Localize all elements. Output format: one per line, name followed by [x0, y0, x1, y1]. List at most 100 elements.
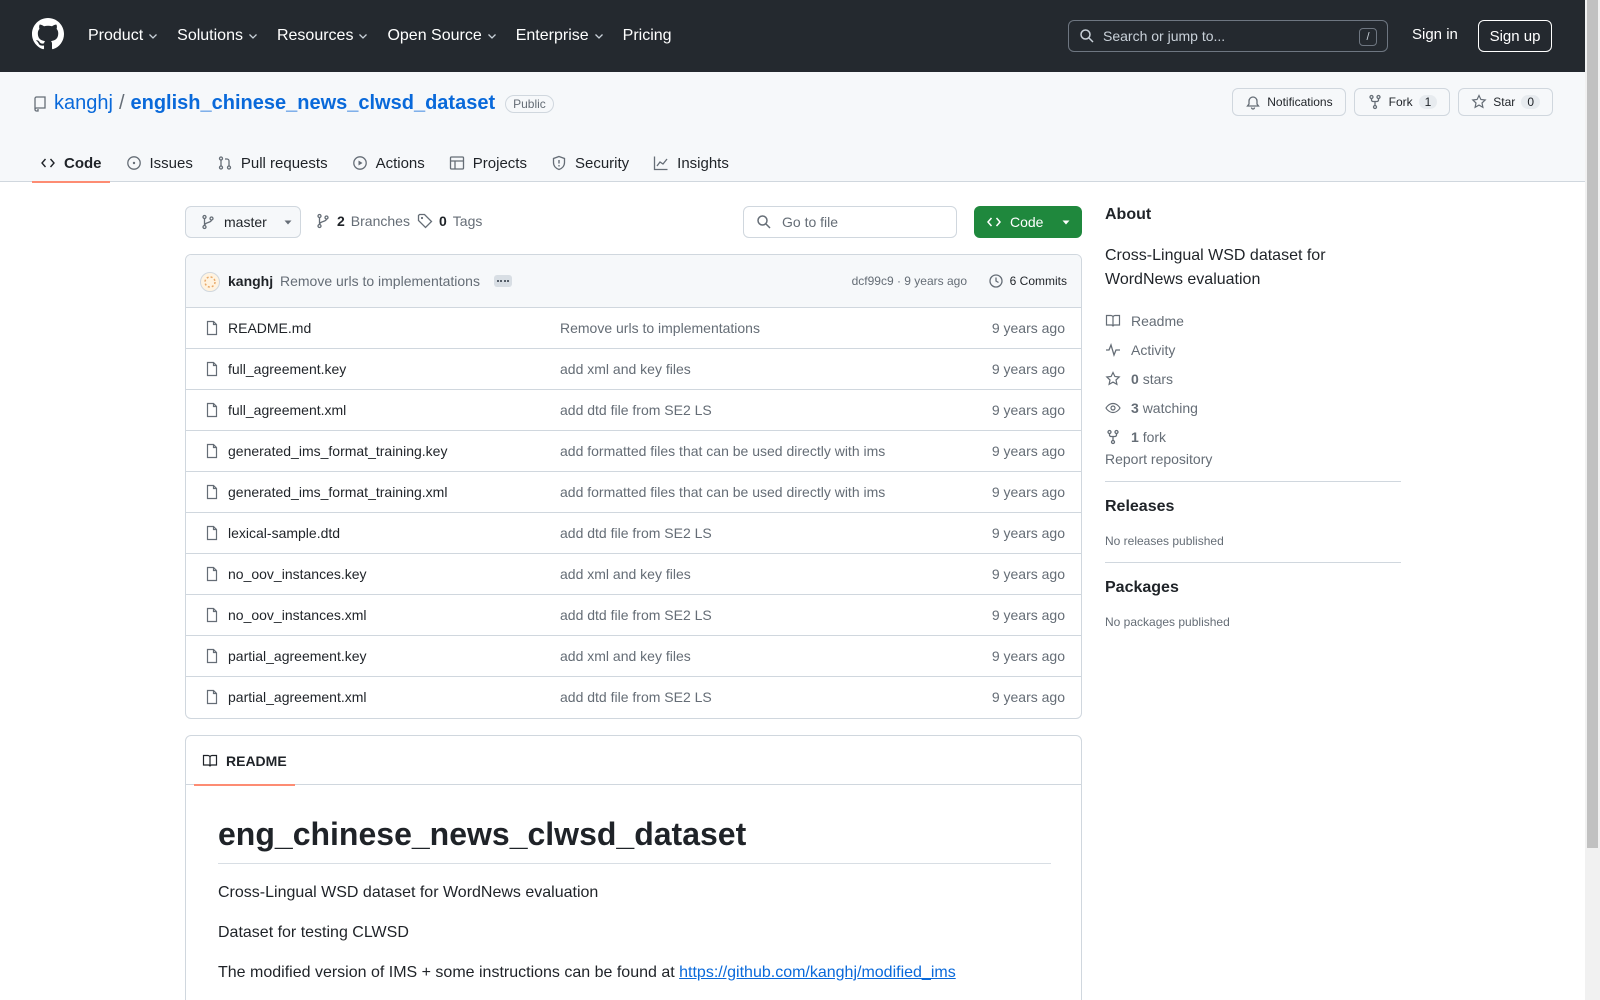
readme-tab[interactable]: README	[194, 736, 295, 786]
commit-hash-age[interactable]: dcf99c9 · 9 years ago	[852, 274, 967, 288]
ellipsis-icon	[497, 280, 509, 282]
file-icon	[206, 320, 218, 336]
packages-empty-text: No packages published	[1105, 615, 1230, 629]
file-commit-message[interactable]: add dtd file from SE2 LS	[560, 689, 712, 705]
code-dropdown-button[interactable]: Code	[974, 206, 1082, 238]
file-row[interactable]: no_oov_instances.key add xml and key fil…	[186, 554, 1081, 595]
file-name-link[interactable]: generated_ims_format_training.xml	[228, 484, 447, 500]
file-row[interactable]: partial_agreement.key add xml and key fi…	[186, 636, 1081, 677]
star-button[interactable]: Star 0	[1458, 88, 1553, 116]
file-commit-message[interactable]: add formatted files that can be used dir…	[560, 484, 885, 500]
divider	[1105, 562, 1401, 563]
avatar[interactable]	[200, 272, 220, 292]
file-commit-message[interactable]: add xml and key files	[560, 361, 691, 377]
repo-header: kanghj / english_chinese_news_clwsd_data…	[0, 72, 1585, 183]
file-commit-message[interactable]: add formatted files that can be used dir…	[560, 443, 885, 459]
sign-up-button[interactable]: Sign up	[1478, 20, 1552, 52]
repo-separator: /	[118, 92, 125, 114]
readme-heading: eng_chinese_news_clwsd_dataset	[218, 816, 1051, 864]
global-search-input[interactable]: Search or jump to... /	[1068, 20, 1388, 52]
commit-message-link[interactable]: Remove urls to implementations	[280, 273, 480, 289]
file-commit-message[interactable]: add dtd file from SE2 LS	[560, 607, 712, 623]
stars-link[interactable]: 0 stars	[1105, 364, 1401, 393]
readme-link[interactable]: Readme	[1105, 306, 1401, 335]
file-list: README.md Remove urls to implementations…	[186, 308, 1081, 718]
code-icon	[987, 217, 1001, 227]
star-count: 0	[1521, 95, 1540, 109]
tab-code[interactable]: Code	[32, 144, 110, 183]
nav-resources[interactable]: Resources	[277, 27, 369, 45]
file-row[interactable]: lexical-sample.dtd add dtd file from SE2…	[186, 513, 1081, 554]
file-name-link[interactable]: generated_ims_format_training.key	[228, 443, 447, 459]
nav-pricing[interactable]: Pricing	[623, 27, 672, 45]
branch-select-button[interactable]: master	[185, 206, 301, 238]
file-row[interactable]: full_agreement.key add xml and key files…	[186, 349, 1081, 390]
file-age: 9 years ago	[991, 484, 1065, 500]
file-name-link[interactable]: full_agreement.key	[228, 361, 346, 377]
forks-link[interactable]: 1 fork	[1105, 422, 1401, 451]
fork-button[interactable]: Fork 1	[1353, 88, 1451, 116]
file-row[interactable]: partial_agreement.xml add dtd file from …	[186, 677, 1081, 718]
file-row[interactable]: full_agreement.xml add dtd file from SE2…	[186, 390, 1081, 431]
nav-enterprise[interactable]: Enterprise	[516, 27, 605, 45]
activity-link[interactable]: Activity	[1105, 335, 1401, 364]
tab-security[interactable]: Security	[543, 144, 637, 182]
fork-count: 1	[1418, 95, 1438, 109]
file-name-link[interactable]: lexical-sample.dtd	[228, 525, 340, 541]
file-commit-message[interactable]: add dtd file from SE2 LS	[560, 402, 712, 418]
divider	[1105, 481, 1401, 482]
tab-insights[interactable]: Insights	[645, 144, 737, 182]
file-row[interactable]: generated_ims_format_training.key add fo…	[186, 431, 1081, 472]
report-repository-link[interactable]: Report repository	[1105, 451, 1212, 467]
file-name-link[interactable]: README.md	[228, 320, 311, 336]
nav-open-source[interactable]: Open Source	[387, 27, 497, 45]
file-commit-message[interactable]: add xml and key files	[560, 648, 691, 664]
search-icon	[757, 215, 771, 229]
notifications-button[interactable]: Notifications	[1232, 88, 1346, 116]
tab-issues[interactable]: Issues	[118, 144, 201, 182]
releases-heading[interactable]: Releases	[1105, 498, 1401, 516]
file-commit-message[interactable]: add dtd file from SE2 LS	[560, 525, 712, 541]
file-commit-message[interactable]: Remove urls to implementations	[560, 320, 760, 336]
file-icon	[206, 361, 218, 377]
packages-heading[interactable]: Packages	[1105, 579, 1401, 597]
file-name-link[interactable]: no_oov_instances.key	[228, 566, 367, 582]
readme-header: README	[186, 736, 1081, 786]
code-icon	[41, 158, 55, 168]
nav-solutions[interactable]: Solutions	[177, 27, 259, 45]
tab-actions[interactable]: Actions	[344, 144, 433, 182]
readme-paragraph: The modified version of IMS + some instr…	[218, 964, 956, 981]
history-icon	[989, 274, 1003, 288]
commit-expand-button[interactable]	[494, 275, 512, 287]
file-icon	[206, 607, 218, 623]
file-row[interactable]: generated_ims_format_training.xml add fo…	[186, 472, 1081, 513]
watchers-link[interactable]: 3 watching	[1105, 393, 1401, 422]
repo-name-link[interactable]: english_chinese_news_clwsd_dataset	[131, 92, 496, 115]
file-row[interactable]: no_oov_instances.xml add dtd file from S…	[186, 595, 1081, 636]
bell-icon	[1246, 96, 1261, 110]
commit-author-link[interactable]: kanghj	[228, 273, 273, 289]
file-row[interactable]: README.md Remove urls to implementations…	[186, 308, 1081, 349]
modified-ims-link[interactable]: https://github.com/kanghj/modified_ims	[679, 964, 956, 981]
page-scrollbar[interactable]	[1585, 0, 1600, 1000]
file-name-link[interactable]: partial_agreement.key	[228, 648, 367, 664]
file-browser: kanghj Remove urls to implementations dc…	[185, 254, 1082, 719]
commits-history-link[interactable]: 6 Commits	[988, 273, 1067, 289]
nav-product[interactable]: Product	[88, 27, 159, 45]
star-icon	[1471, 94, 1487, 109]
scrollbar-thumb[interactable]	[1587, 0, 1598, 848]
table-icon	[449, 156, 464, 170]
tab-projects[interactable]: Projects	[441, 144, 535, 182]
file-name-link[interactable]: no_oov_instances.xml	[228, 607, 367, 623]
file-name-link[interactable]: partial_agreement.xml	[228, 689, 367, 705]
file-name-link[interactable]: full_agreement.xml	[228, 402, 346, 418]
tags-link[interactable]: 0 Tags	[417, 213, 482, 229]
tab-pull-requests[interactable]: Pull requests	[209, 144, 336, 182]
file-commit-message[interactable]: add xml and key files	[560, 566, 691, 582]
github-logo-icon[interactable]	[32, 18, 64, 50]
sign-in-link[interactable]: Sign in	[1412, 26, 1458, 43]
go-to-file-input[interactable]: Go to file	[743, 206, 957, 238]
branches-link[interactable]: 2 Branches	[315, 213, 410, 229]
repo-owner-link[interactable]: kanghj	[54, 92, 113, 115]
caret-down-icon	[1062, 220, 1070, 225]
